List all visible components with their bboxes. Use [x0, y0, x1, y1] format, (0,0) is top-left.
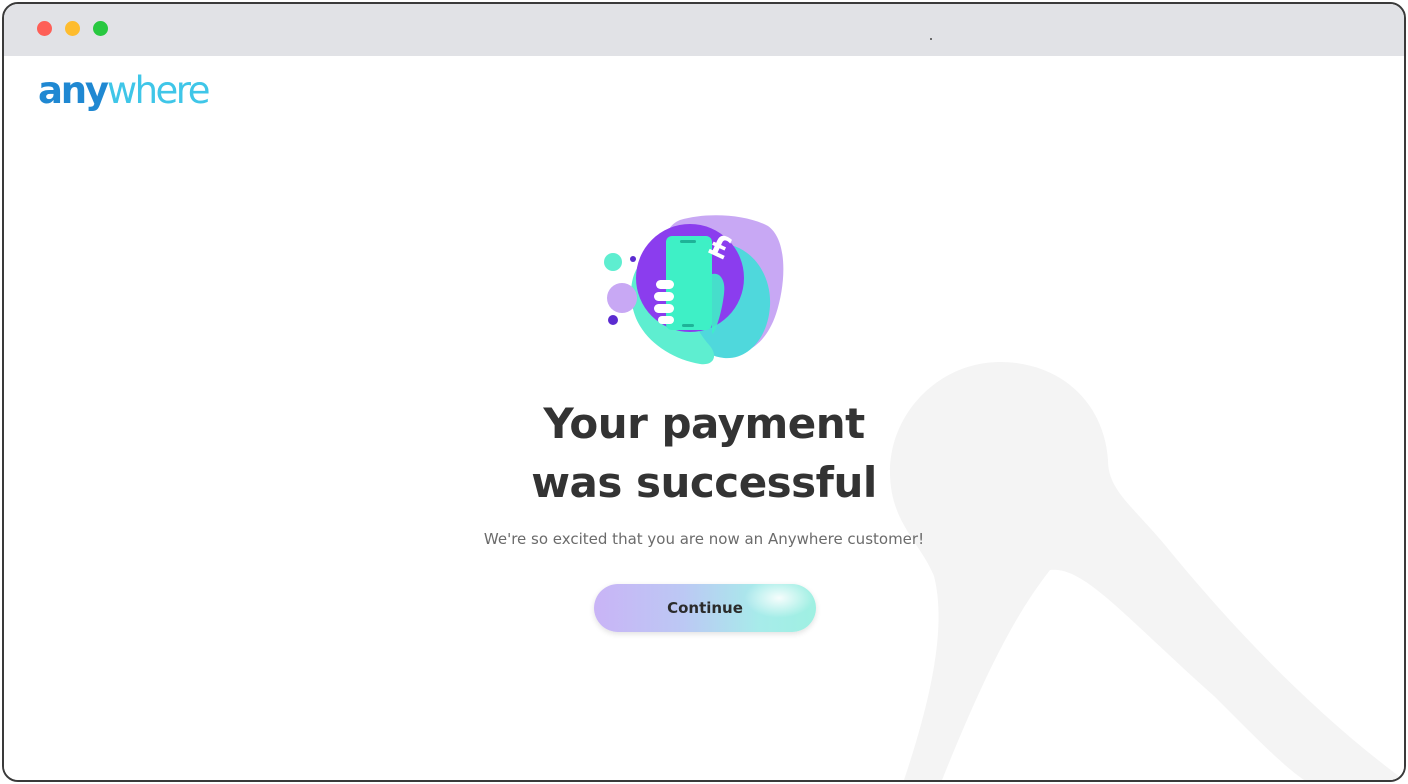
success-message: We're so excited that you are now an Any…	[483, 530, 925, 548]
phone-payment-pound-icon: £	[604, 215, 784, 365]
headline-line2: was successful	[531, 458, 877, 507]
page-content: anywhere £ Your payment was successful W…	[4, 56, 1404, 780]
continue-button[interactable]: Continue	[594, 584, 816, 632]
close-window-button[interactable]	[37, 21, 52, 36]
logo-part-where: where	[106, 69, 211, 112]
continue-button-label: Continue	[667, 599, 743, 617]
window-titlebar	[4, 4, 1404, 56]
button-glow	[744, 584, 814, 618]
maximize-window-button[interactable]	[93, 21, 108, 36]
titlebar-dot	[930, 38, 932, 40]
page-title: Your payment was successful	[404, 394, 1004, 512]
logo-part-any: any	[38, 69, 109, 112]
minimize-window-button[interactable]	[65, 21, 80, 36]
browser-window: anywhere £ Your payment was successful W…	[2, 2, 1406, 782]
anywhere-logo[interactable]: anywhere	[38, 69, 211, 112]
headline-line1: Your payment	[543, 399, 865, 448]
